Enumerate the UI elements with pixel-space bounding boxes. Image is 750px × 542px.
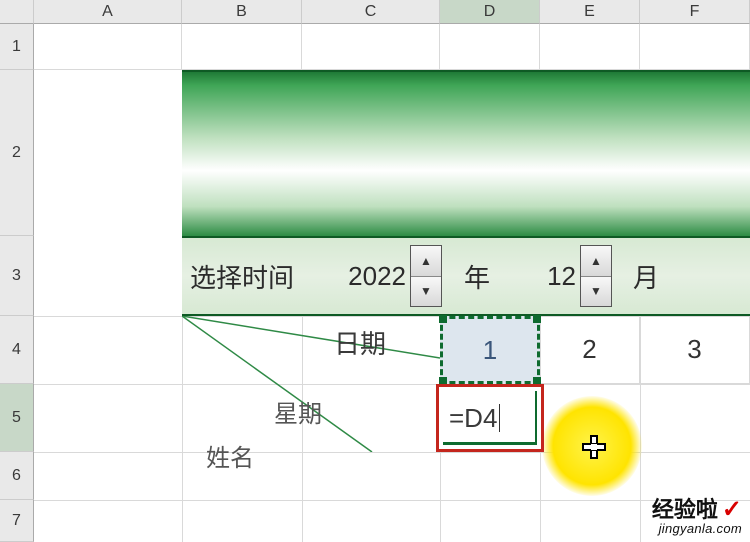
select-time-label: 选择时间 <box>182 258 302 295</box>
spreadsheet-view: A B C D E F 1 2 3 4 5 6 7 选择时间 2022 <box>0 0 750 542</box>
cell-F4[interactable]: 3 <box>640 316 750 384</box>
row-header-5[interactable]: 5 <box>0 384 34 452</box>
date-select-bar: 选择时间 2022 ▲ ▼ 年 12 ▲ ▼ 月 <box>182 236 750 316</box>
cell-B1[interactable] <box>182 24 302 70</box>
cell-D5-editing[interactable]: =D4 <box>436 384 544 452</box>
year-spin-up[interactable]: ▲ <box>411 246 441 277</box>
row-header-2[interactable]: 2 <box>0 70 34 236</box>
row-header-6[interactable]: 6 <box>0 452 34 500</box>
col-header-E[interactable]: E <box>540 0 640 24</box>
week-header-label: 星期 <box>274 394 322 429</box>
row-header-4[interactable]: 4 <box>0 316 34 384</box>
select-all-corner[interactable] <box>0 0 34 24</box>
col-header-D[interactable]: D <box>440 0 540 24</box>
month-value: 12 <box>508 261 580 292</box>
year-spinner[interactable]: ▲ ▼ <box>410 245 442 307</box>
date-header-label: 日期 <box>334 324 386 361</box>
plus-cursor-icon <box>581 434 607 460</box>
cell-E4[interactable]: 2 <box>540 316 640 384</box>
row-header-3[interactable]: 3 <box>0 236 34 316</box>
col-header-F[interactable]: F <box>640 0 750 24</box>
highlight-spot-icon <box>542 396 642 496</box>
cell-F1[interactable] <box>640 24 750 70</box>
month-spin-up[interactable]: ▲ <box>581 246 611 277</box>
month-unit-label: 月 <box>616 258 676 295</box>
text-caret-icon <box>499 404 500 432</box>
cell-E1[interactable] <box>540 24 640 70</box>
cell-grid[interactable]: 选择时间 2022 ▲ ▼ 年 12 ▲ ▼ 月 <box>34 24 750 542</box>
col-header-A[interactable]: A <box>34 0 182 24</box>
year-spin-down[interactable]: ▼ <box>411 277 441 307</box>
cell-A1[interactable] <box>34 24 182 70</box>
cell-D4-referenced[interactable]: 1 <box>440 316 540 384</box>
year-unit-label: 年 <box>446 258 508 295</box>
month-spinner[interactable]: ▲ ▼ <box>580 245 612 307</box>
cell-D4-value: 1 <box>483 335 497 366</box>
col-header-B[interactable]: B <box>182 0 302 24</box>
title-banner <box>182 70 750 236</box>
formula-input-text[interactable]: =D4 <box>449 403 497 434</box>
column-header-row: A B C D E F <box>0 0 750 24</box>
name-header-label: 姓名 <box>206 438 254 473</box>
col-header-C[interactable]: C <box>302 0 440 24</box>
row-header-1[interactable]: 1 <box>0 24 34 70</box>
year-value: 2022 <box>302 261 410 292</box>
row-header-7[interactable]: 7 <box>0 500 34 542</box>
row-header-column: 1 2 3 4 5 6 7 <box>0 24 34 542</box>
month-spin-down[interactable]: ▼ <box>581 277 611 307</box>
cell-C1[interactable] <box>302 24 440 70</box>
cell-D1[interactable] <box>440 24 540 70</box>
